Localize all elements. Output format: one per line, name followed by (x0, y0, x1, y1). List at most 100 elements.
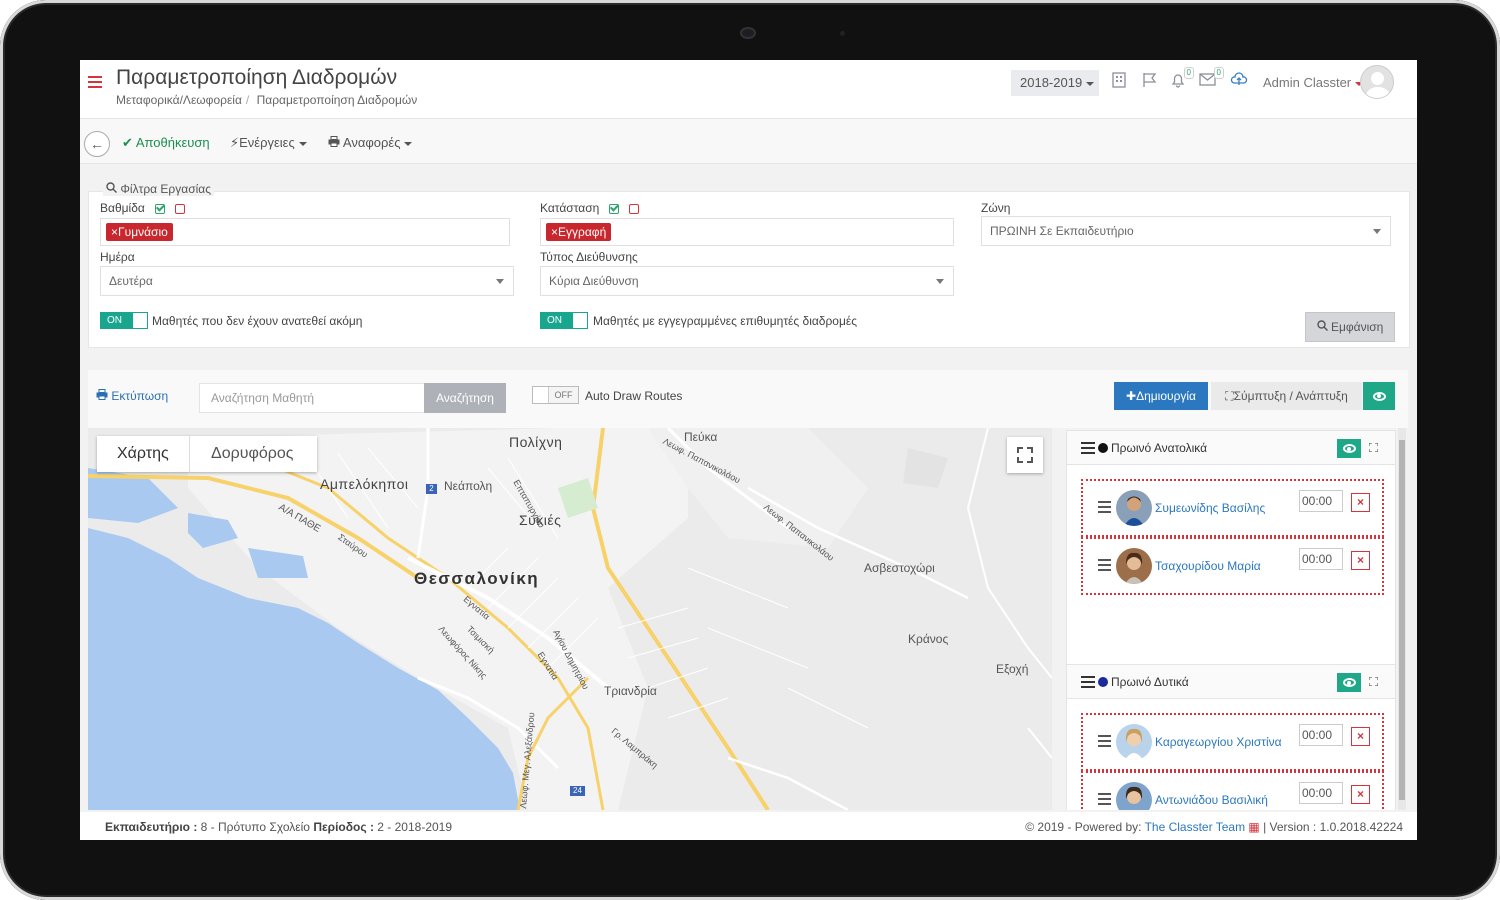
back-button[interactable]: ← (84, 131, 110, 157)
plus-icon: ✚ (1126, 389, 1137, 403)
status-label: Κατάσταση (540, 201, 640, 215)
toggle-on-label: ON (541, 313, 573, 328)
drag-handle-icon[interactable] (1081, 442, 1095, 457)
flag-icon[interactable] (1142, 72, 1158, 92)
drag-handle-icon[interactable] (1081, 676, 1095, 691)
student-card[interactable]: Αντωνιάδου Βασιλική 00:00 × (1081, 771, 1384, 810)
envelope-icon[interactable]: 0 (1199, 67, 1224, 90)
pickup-time-input[interactable]: 00:00 (1299, 782, 1343, 804)
route-group-header: Πρωινό Ανατολικά (1067, 431, 1395, 465)
auto-draw-toggle[interactable]: OFF (532, 386, 579, 404)
desired-routes-label: Μαθητές με εγγεγραμμένες επιθυμητές διαδ… (593, 314, 858, 328)
student-name[interactable]: Αντωνιάδου Βασιλική (1155, 793, 1268, 807)
cloud-sync-icon[interactable] (1230, 72, 1248, 92)
fullscreen-icon (1017, 447, 1023, 453)
remove-student-button[interactable]: × (1351, 727, 1370, 746)
remove-student-button[interactable]: × (1351, 493, 1370, 512)
student-avatar (1116, 490, 1152, 526)
grade-multiselect[interactable]: ×Γυμνάσιο (100, 218, 510, 246)
pickup-time-input[interactable]: 00:00 (1299, 548, 1343, 570)
toggle-off-label: OFF (548, 387, 578, 403)
scrollbar-thumb[interactable] (1399, 440, 1405, 800)
messages-badge: 0 (1213, 67, 1224, 79)
classter-team-link[interactable]: The Classter Team (1145, 820, 1245, 834)
menu-icon[interactable] (88, 76, 102, 88)
breadcrumb-item-transport[interactable]: Μεταφορικά/Λεωφορεία (116, 93, 242, 107)
clear-all-icon[interactable] (629, 203, 640, 214)
status-tag[interactable]: ×Εγγραφή (546, 223, 612, 241)
address-type-select[interactable]: Κύρια Διεύθυνση (540, 266, 954, 296)
app-screen: Παραμετροποίηση Διαδρομών Μεταφορικά/Λεω… (80, 60, 1417, 840)
route-visibility-button[interactable] (1337, 439, 1361, 458)
select-all-icon[interactable] (154, 203, 165, 214)
drag-handle-icon[interactable] (1098, 559, 1111, 574)
user-menu[interactable]: Admin Classter (1263, 75, 1364, 90)
desired-routes-toggle[interactable]: ON (540, 312, 588, 329)
student-card[interactable]: Καραγεωργίου Χριστίνα 00:00 × (1081, 713, 1384, 771)
search-button[interactable]: Αναζήτηση (424, 383, 506, 413)
expand-icon[interactable] (1369, 677, 1378, 686)
breadcrumb-item-current: Παραμετροποίηση Διαδρομών (256, 93, 418, 107)
student-avatar (1116, 724, 1152, 760)
student-search-input[interactable]: Αναζήτηση Μαθητή (199, 383, 425, 413)
remove-student-button[interactable]: × (1351, 785, 1370, 804)
fullscreen-button[interactable] (1007, 437, 1043, 473)
save-button[interactable]: ✔ Αποθήκευση (122, 135, 210, 151)
search-icon (106, 182, 117, 193)
eye-icon (1342, 678, 1356, 687)
drag-handle-icon[interactable] (1098, 735, 1111, 750)
bell-icon[interactable]: 0 (1170, 67, 1194, 92)
route-group: Πρωινό Ανατολικά Συμεωνίδης Βασίλης 00:0… (1066, 430, 1396, 704)
map-type-tabs: Χάρτης Δορυφόρος (97, 436, 317, 472)
avatar[interactable] (1360, 65, 1394, 99)
route-visibility-button[interactable] (1337, 673, 1361, 692)
student-name[interactable]: Καραγεωργίου Χριστίνα (1155, 735, 1282, 749)
actions-button[interactable]: ⚡︎Ενέργειες (230, 135, 307, 151)
grade-label: Βαθμίδα (100, 201, 185, 215)
show-button[interactable]: Εμφάνιση (1305, 312, 1395, 342)
drag-handle-icon[interactable] (1098, 793, 1111, 808)
map[interactable]: Χάρτης Δορυφόρος Θεσσαλονίκη Πολίχνη Αμπ… (88, 428, 1052, 810)
collapse-expand-button[interactable]: ⛶Σύμπτυξη / Ανάπτυξη (1211, 382, 1362, 410)
building-icon[interactable] (1112, 72, 1126, 92)
tab-satellite[interactable]: Δορυφόρος (211, 436, 293, 472)
chevron-down-icon (496, 279, 504, 284)
pickup-time-input[interactable]: 00:00 (1299, 724, 1343, 746)
footer-credits: © 2019 - Powered by: The Classter Team ▦… (1025, 820, 1403, 834)
footer: Εκπαιδευτήριο : 8 - Πρότυπο Σχολείο Περί… (80, 812, 1417, 840)
page-title: Παραμετροποίηση Διαδρομών (116, 66, 398, 89)
map-canvas (88, 428, 1052, 810)
create-route-button[interactable]: ✚Δημιουργία (1114, 382, 1208, 410)
reports-button[interactable]: Αναφορές (328, 135, 413, 150)
status-multiselect[interactable]: ×Εγγραφή (540, 218, 954, 246)
day-label: Ημέρα (100, 250, 135, 264)
chevron-down-icon (936, 279, 944, 284)
tab-map[interactable]: Χάρτης (117, 436, 169, 472)
routes-scrollbar[interactable] (1398, 428, 1406, 810)
student-name[interactable]: Συμεωνίδης Βασίλης (1155, 501, 1265, 515)
drag-handle-icon[interactable] (1098, 501, 1111, 516)
camera-icon (740, 27, 756, 39)
place-thessaloniki: Θεσσαλονίκη (414, 569, 540, 588)
print-button[interactable]: Εκτύπωση (96, 389, 168, 403)
student-card[interactable]: Συμεωνίδης Βασίλης 00:00 × (1081, 479, 1384, 537)
unassigned-toggle[interactable]: ON (100, 312, 148, 329)
route-group-header: Πρωινό Δυτικά (1067, 665, 1395, 699)
route-name: Πρωινό Ανατολικά (1111, 441, 1208, 455)
zone-value: ΠΡΩΙΝΗ Σε Εκπαιδευτήριο (990, 224, 1134, 238)
zone-select[interactable]: ΠΡΩΙΝΗ Σε Εκπαιδευτήριο (981, 216, 1391, 246)
student-card[interactable]: Τσαχουρίδου Μαρία 00:00 × (1081, 537, 1384, 595)
student-name[interactable]: Τσαχουρίδου Μαρία (1155, 559, 1261, 573)
day-select[interactable]: Δευτέρα (100, 266, 514, 296)
select-all-icon[interactable] (609, 203, 620, 214)
expand-icon[interactable] (1369, 443, 1378, 452)
pickup-time-input[interactable]: 00:00 (1299, 490, 1343, 512)
route-group: Πρωινό Δυτικά Καραγεωργίου Χριστίνα 00:0… (1066, 664, 1396, 810)
clear-all-icon[interactable] (174, 203, 185, 214)
place-ampelokipoi: Αμπελόκηποι (320, 476, 409, 492)
toggle-visibility-button[interactable] (1363, 382, 1395, 410)
year-selector[interactable]: 2018-2019 (1011, 70, 1099, 96)
grade-tag[interactable]: ×Γυμνάσιο (106, 223, 173, 241)
remove-student-button[interactable]: × (1351, 551, 1370, 570)
toolbar: ← ✔ Αποθήκευση ⚡︎Ενέργειες Αναφορές (80, 118, 1417, 164)
